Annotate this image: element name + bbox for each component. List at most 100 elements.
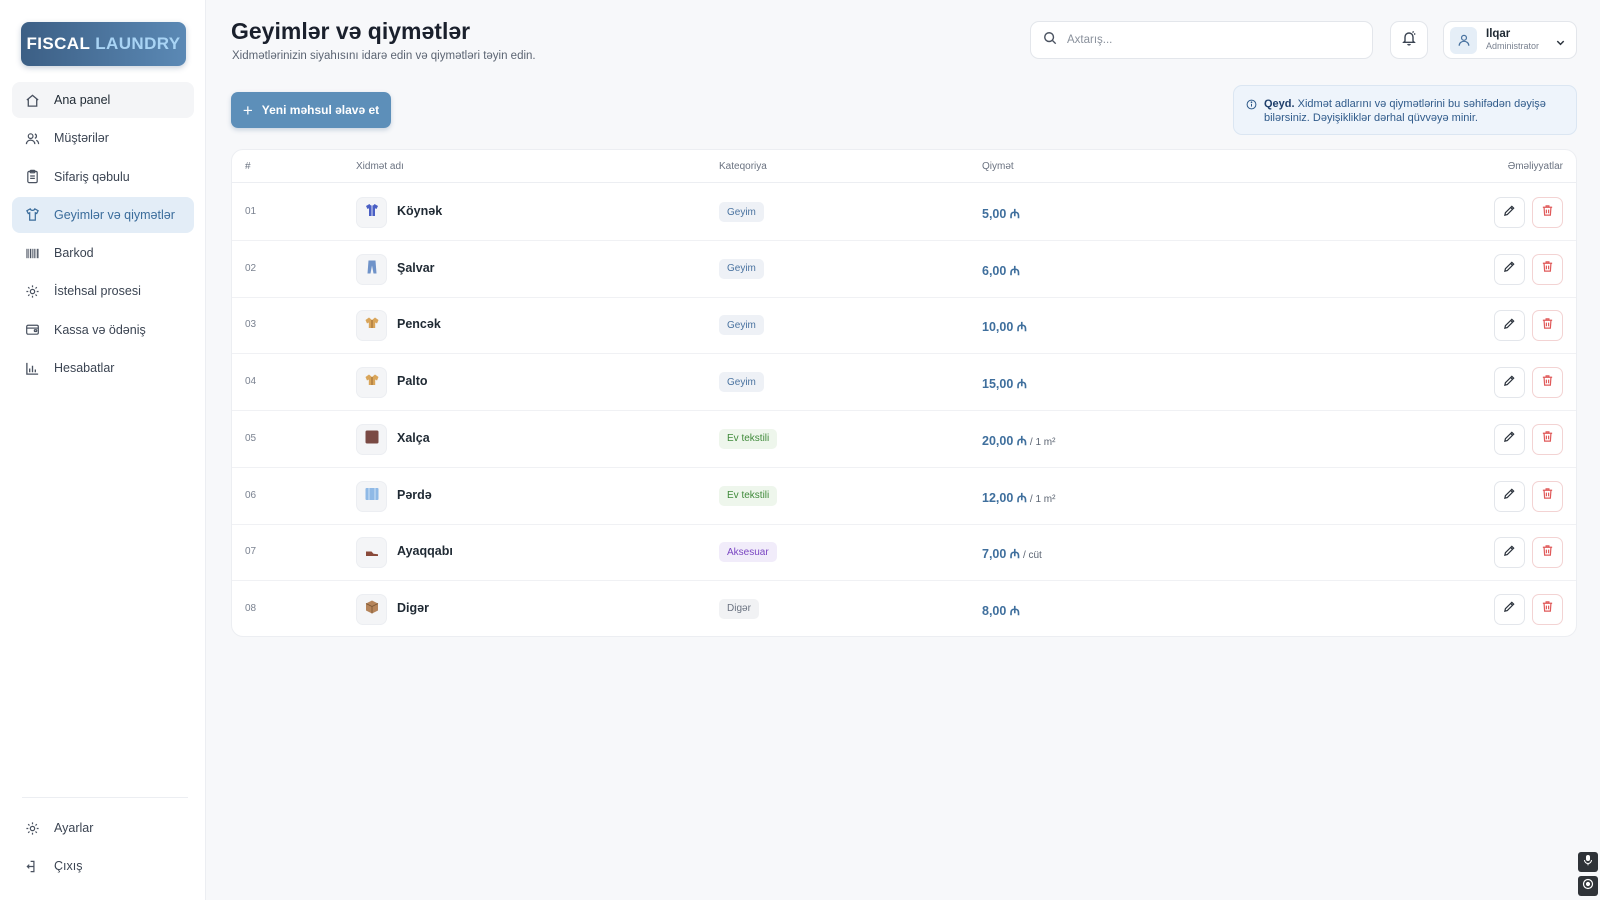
price-value: 10,00 ₼	[982, 320, 1027, 335]
item-name: Xalça	[397, 430, 430, 445]
users-icon	[24, 130, 40, 146]
item-price: 8,00 ₼	[982, 602, 1023, 619]
sidebar-nav: Ana panel Müştərilər Sifariş qəbulu Geyi…	[12, 82, 194, 388]
coat-icon	[364, 315, 380, 336]
item-thumbnail	[356, 480, 387, 512]
sidebar-item-cashier[interactable]: Kassa və ödəniş	[12, 312, 194, 348]
edit-button[interactable]	[1494, 593, 1525, 625]
chevron-down-icon	[1555, 35, 1566, 53]
trash-icon	[1541, 204, 1554, 222]
item-price: 15,00 ₼	[982, 375, 1030, 392]
sidebar-item-settings[interactable]: Ayarlar	[12, 810, 194, 846]
clipboard-icon	[24, 169, 40, 185]
row-number: 07	[245, 546, 257, 558]
sidebar-item-garments-prices[interactable]: Geyimlər və qiymətlər	[12, 196, 194, 233]
sidebar-item-label: Sifariş qəbulu	[54, 169, 130, 184]
category-badge: Ev tekstili	[719, 485, 778, 506]
page-subtitle: Xidmətlərinizin siyahısını idarə edin və…	[232, 50, 536, 62]
sidebar-item-customers[interactable]: Müştərilər	[12, 120, 194, 156]
sidebar-item-reports[interactable]: Hesabatlar	[12, 350, 194, 386]
row-number: 08	[245, 602, 257, 614]
note-label: Qeyd.	[1264, 98, 1295, 110]
sidebar-item-label: Çıxış	[54, 859, 83, 874]
trash-icon	[1541, 260, 1554, 278]
page-title: Geyimlər və qiymətlər	[231, 18, 471, 44]
item-name: Pərdə	[397, 487, 432, 502]
delete-button[interactable]	[1532, 367, 1563, 399]
item-thumbnail	[356, 593, 387, 625]
avatar	[1450, 26, 1477, 54]
user-menu[interactable]: Ilqar Administrator	[1443, 21, 1577, 59]
row-number: 02	[245, 262, 257, 274]
delete-button[interactable]	[1532, 423, 1563, 455]
item-thumbnail	[356, 537, 387, 569]
sidebar-item-orders[interactable]: Sifariş qəbulu	[12, 159, 194, 195]
header-price: Qiymət	[982, 161, 1014, 172]
search-input[interactable]	[1067, 34, 1347, 46]
services-table: # Xidmət adı Kateqoriya Qiymət Əməliyyat…	[231, 149, 1577, 637]
edit-button[interactable]	[1494, 253, 1525, 285]
delete-button[interactable]	[1532, 593, 1563, 625]
category-badge: Ev tekstili	[719, 428, 778, 449]
delete-button[interactable]	[1532, 480, 1563, 512]
price-value: 20,00 ₼	[982, 433, 1027, 448]
edit-button[interactable]	[1494, 423, 1525, 455]
edit-button[interactable]	[1494, 537, 1525, 569]
item-thumbnail	[356, 253, 387, 285]
table-row: 03 Pencək Geyim 10,00 ₼	[232, 297, 1576, 355]
sidebar-item-barcode[interactable]: Barkod	[12, 235, 194, 271]
assistant-button[interactable]	[1578, 876, 1598, 896]
sidebar-item-dashboard[interactable]: Ana panel	[12, 82, 194, 118]
delete-button[interactable]	[1532, 310, 1563, 342]
sidebar-item-label: Ana panel	[54, 93, 111, 107]
edit-button[interactable]	[1494, 480, 1525, 512]
info-icon	[1246, 99, 1257, 114]
edit-button[interactable]	[1494, 310, 1525, 342]
item-thumbnail	[356, 310, 387, 342]
delete-button[interactable]	[1532, 253, 1563, 285]
brand-logo[interactable]: FISCAL LAUNDRY	[21, 22, 186, 66]
price-value: 5,00 ₼	[982, 207, 1020, 221]
add-product-button[interactable]: + Yeni məhsul əlavə et	[231, 92, 391, 128]
search-icon	[1043, 31, 1057, 50]
shoe-icon	[364, 542, 380, 563]
delete-button[interactable]	[1532, 197, 1563, 228]
sidebar-item-label: İstehsal prosesi	[54, 284, 141, 299]
pencil-icon	[1503, 487, 1516, 505]
header-number: #	[245, 161, 251, 172]
notifications-button[interactable]	[1390, 21, 1428, 59]
sidebar-divider	[22, 797, 188, 798]
table-row: 04 Palto Geyim 15,00 ₼	[232, 354, 1576, 412]
pencil-icon	[1503, 430, 1516, 448]
pants-icon	[364, 259, 380, 280]
microphone-button[interactable]	[1578, 852, 1598, 872]
trash-icon	[1541, 317, 1554, 335]
price-value: 15,00 ₼	[982, 377, 1027, 392]
user-name: Ilqar	[1486, 27, 1511, 40]
edit-button[interactable]	[1494, 197, 1525, 228]
category-badge: Geyim	[719, 258, 764, 279]
sidebar-item-production[interactable]: İstehsal prosesi	[12, 273, 194, 309]
sidebar-item-logout[interactable]: Çıxış	[12, 848, 194, 884]
chart-icon	[24, 360, 40, 376]
header-category: Kateqoriya	[719, 161, 767, 172]
item-name: Şalvar	[397, 260, 435, 275]
sidebar-item-label: Geyimlər və qiymətlər	[54, 207, 175, 222]
pencil-icon	[1503, 544, 1516, 562]
coat-icon	[364, 372, 380, 393]
trash-icon	[1541, 430, 1554, 448]
user-info: Ilqar Administrator	[1486, 27, 1539, 52]
search-box[interactable]	[1030, 21, 1373, 59]
edit-button[interactable]	[1494, 367, 1525, 399]
info-note: Qeyd. Xidmət adlarını və qiymətlərini bu…	[1233, 85, 1577, 135]
category-badge: Geyim	[719, 315, 764, 336]
table-row: 05 Xalça Ev tekstili 20,00 ₼/ 1 m²	[232, 411, 1576, 468]
table-header: # Xidmət adı Kateqoriya Qiymət Əməliyyat…	[232, 150, 1576, 183]
sidebar-item-label: Barkod	[54, 246, 94, 261]
item-price: 10,00 ₼	[982, 318, 1030, 335]
price-value: 7,00 ₼	[982, 547, 1020, 562]
add-product-label: Yeni məhsul əlavə et	[261, 103, 380, 117]
delete-button[interactable]	[1532, 537, 1563, 569]
sidebar-item-label: Müştərilər	[54, 131, 109, 146]
trash-icon	[1541, 600, 1554, 618]
